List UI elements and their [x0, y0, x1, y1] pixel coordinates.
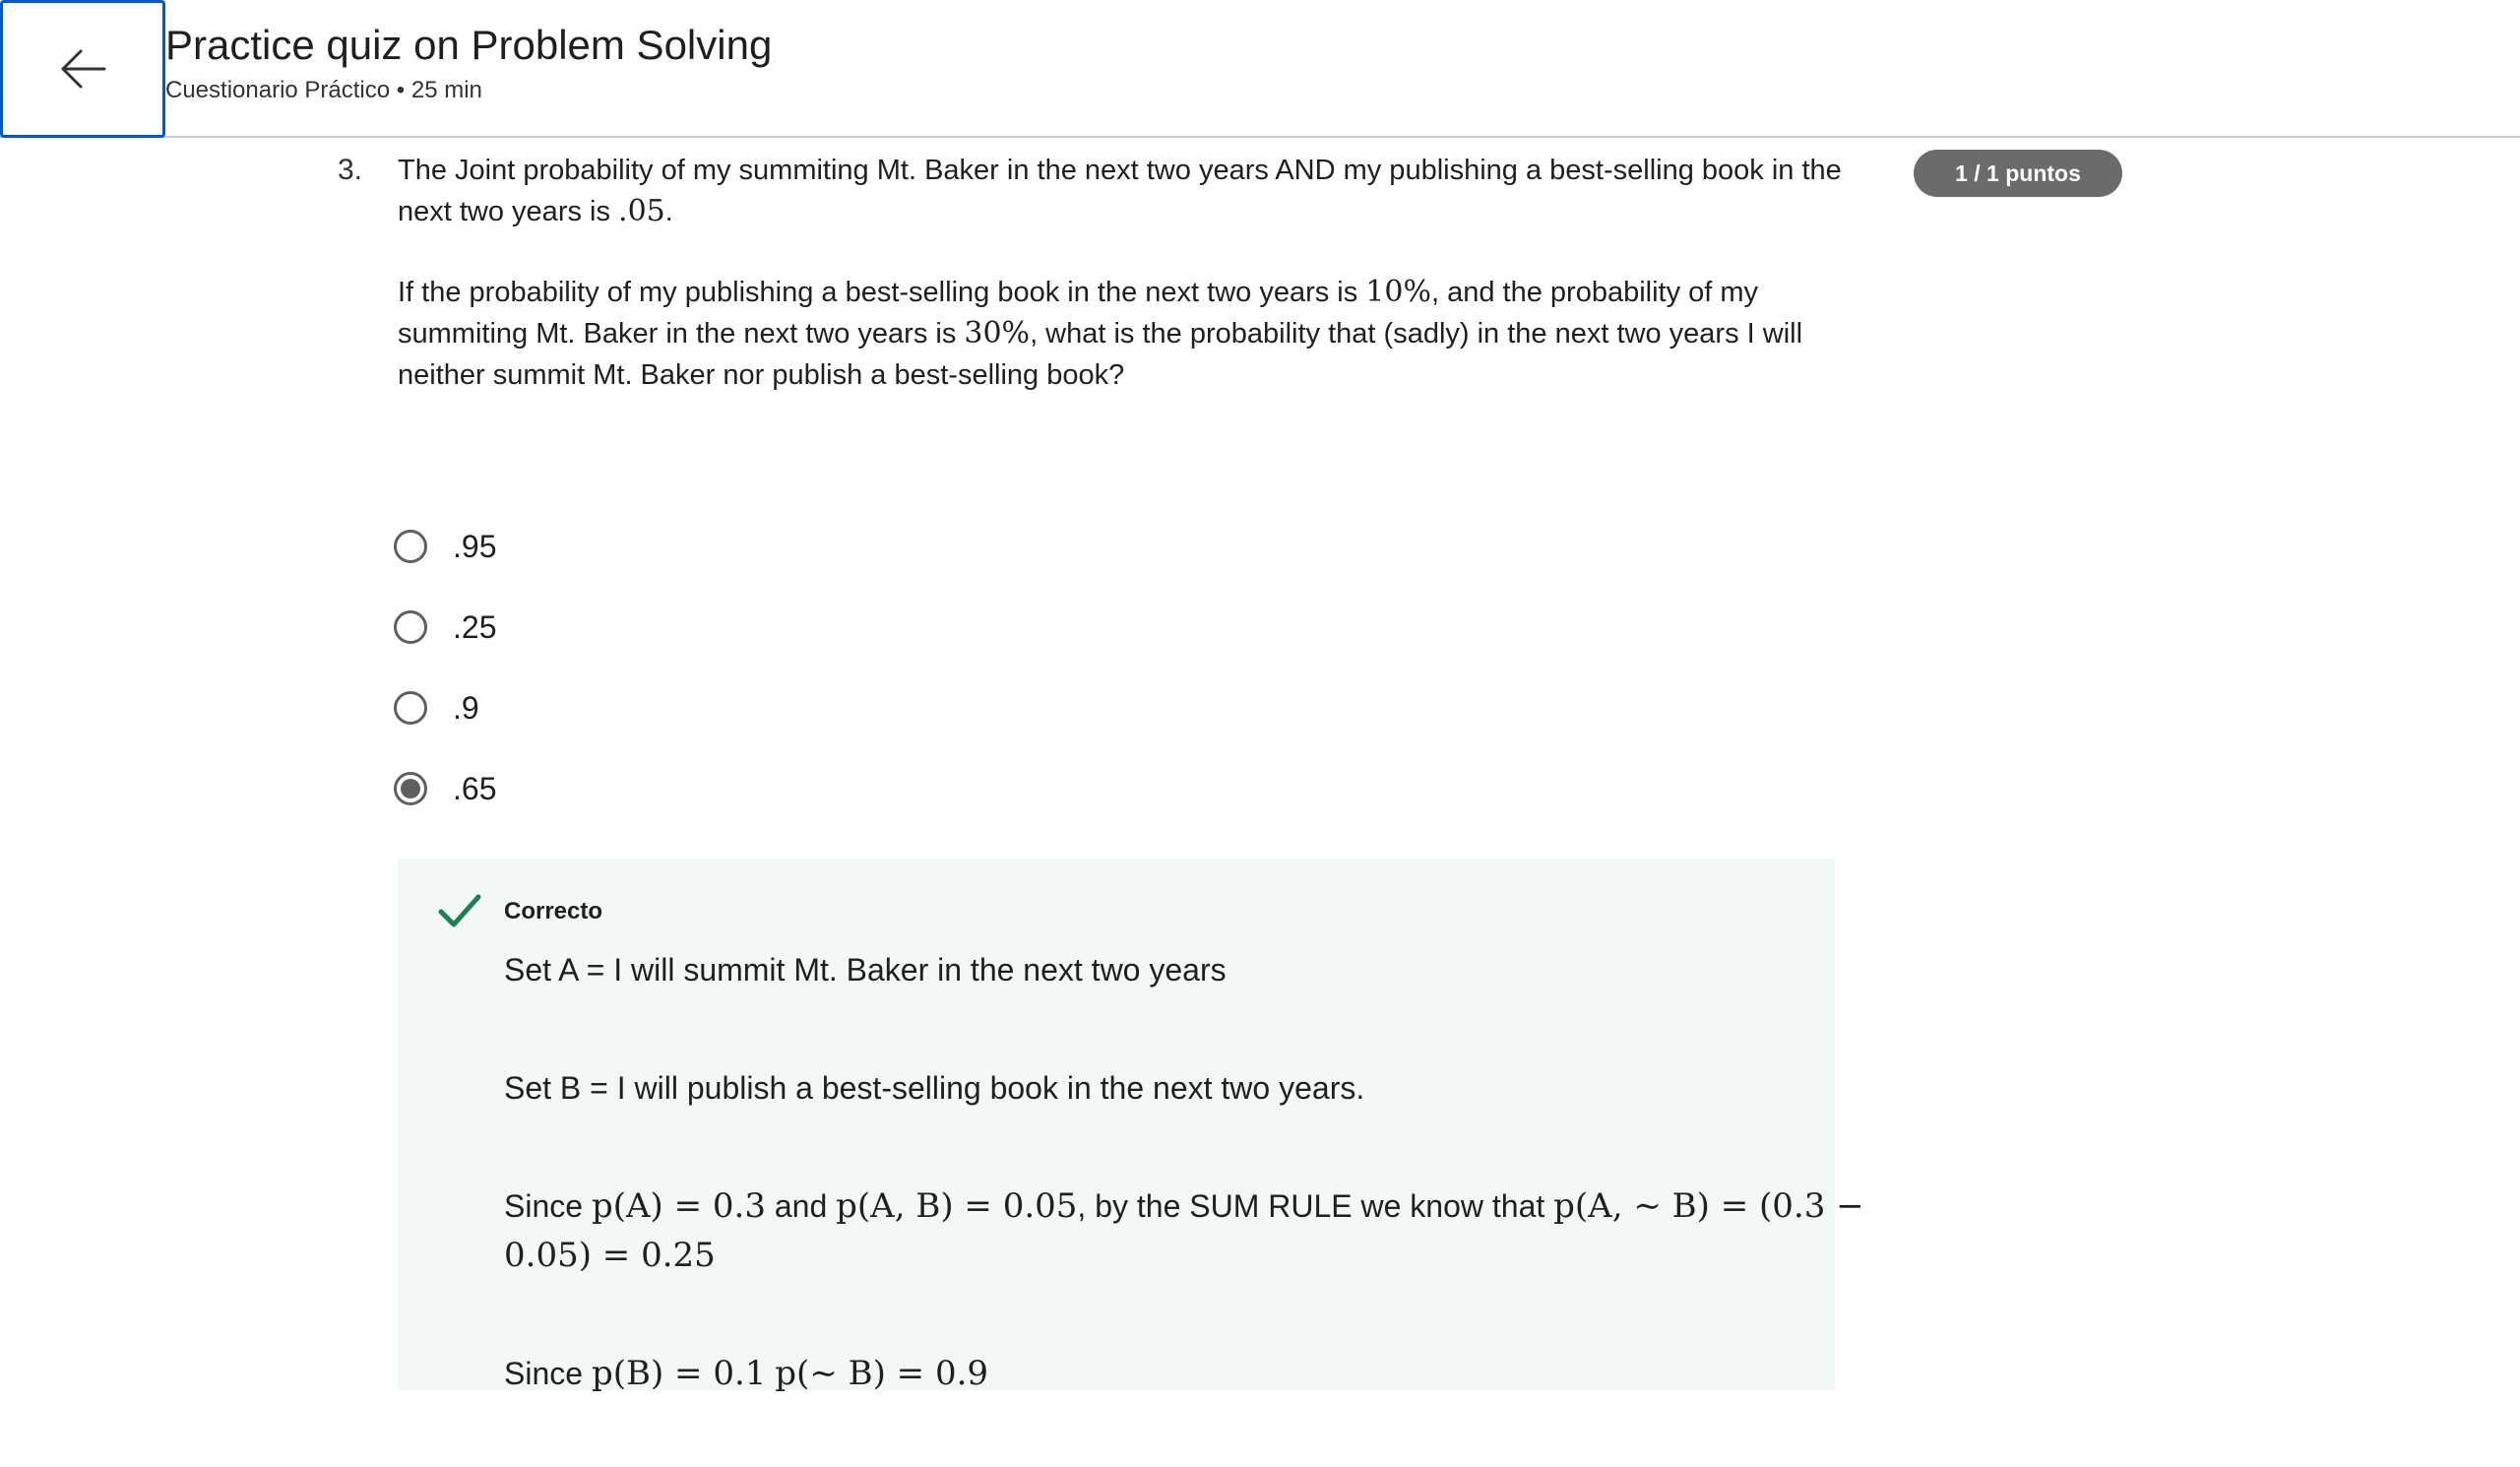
quiz-header: Practice quiz on Problem Solving Cuestio…: [0, 0, 2520, 138]
question-text: The Joint probability of my summiting Mt…: [398, 150, 1855, 396]
feedback-panel: Correcto Set A = I will summit Mt. Baker…: [398, 859, 1864, 1393]
page-subtitle: Cuestionario Práctico • 25 min: [165, 77, 482, 103]
math-value: 10%: [1365, 275, 1431, 309]
page-title: Practice quiz on Problem Solving: [165, 22, 773, 68]
math-value: .05: [618, 194, 665, 228]
question-paragraph-1: The Joint probability of my summiting Mt…: [398, 155, 1842, 228]
question-number: 3.: [338, 154, 363, 186]
radio-button[interactable]: [394, 610, 427, 644]
feedback-line-2: Set B = I will publish a best-selling bo…: [504, 1070, 1365, 1106]
option-label: .25: [453, 608, 497, 645]
radio-selected-dot: [401, 779, 420, 798]
option-label: .95: [453, 528, 497, 564]
feedback-line-3: Since p(A) = 0.3 and p(A, B) = 0.05, by …: [504, 1186, 1864, 1275]
answer-option-4[interactable]: .65: [394, 748, 496, 829]
answer-option-2[interactable]: .25: [394, 587, 496, 668]
answer-option-1[interactable]: .95: [394, 506, 496, 587]
feedback-explanation: Set A = I will summit Mt. Baker in the n…: [504, 945, 1902, 1467]
feedback-line-1: Set A = I will summit Mt. Baker in the n…: [504, 952, 1227, 988]
option-label: .9: [453, 689, 479, 726]
radio-button[interactable]: [394, 691, 427, 725]
arrow-left-icon: [61, 49, 106, 89]
question-paragraph-2: If the probability of my publishing a be…: [398, 275, 1803, 391]
answer-options: .95 .25 .9 .65: [394, 506, 496, 829]
math-expression: p(A) = 0.3: [591, 1186, 766, 1226]
radio-button-selected[interactable]: [394, 772, 427, 805]
answer-option-3[interactable]: .9: [394, 668, 496, 748]
option-label: .65: [453, 770, 497, 806]
radio-button[interactable]: [394, 530, 427, 563]
math-expression: p(B) = 0.1: [591, 1354, 767, 1393]
feedback-status: Correcto: [504, 898, 603, 925]
math-expression: p(A, B) = 0.05: [836, 1186, 1078, 1226]
check-icon: [438, 894, 481, 927]
feedback-line-4: Since p(B) = 0.1 p(∼ B) = 0.9: [504, 1354, 989, 1393]
score-badge: 1 / 1 puntos: [1914, 150, 2122, 197]
back-button[interactable]: [0, 0, 165, 138]
math-expression: p(∼ B) = 0.9: [775, 1354, 989, 1393]
math-value: 30%: [964, 316, 1031, 351]
